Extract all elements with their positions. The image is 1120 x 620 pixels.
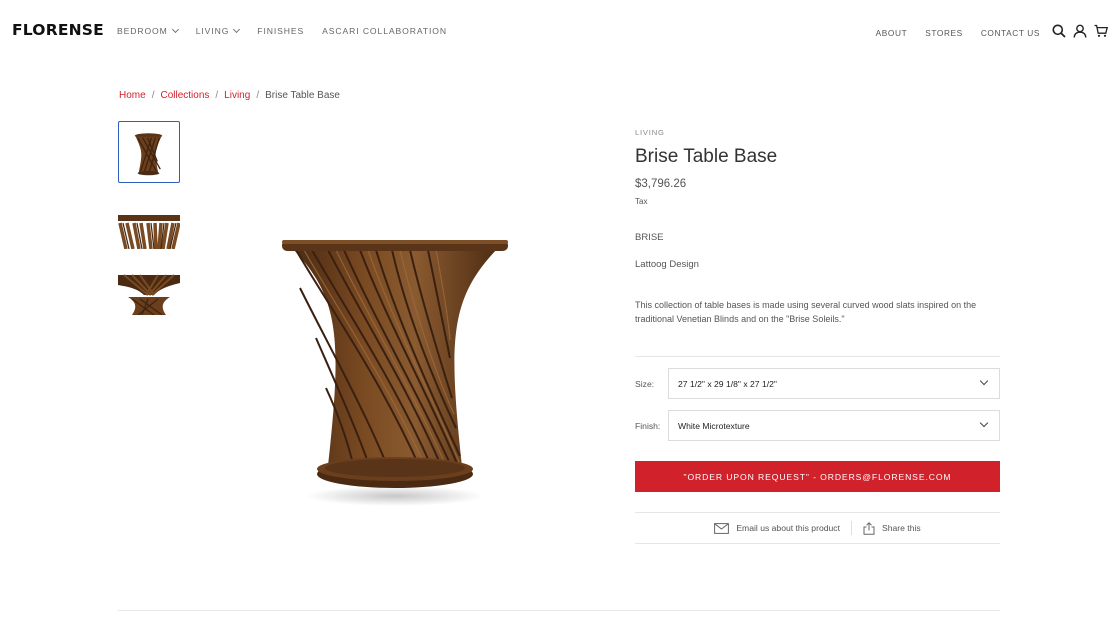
product-category[interactable]: LIVING: [635, 128, 665, 137]
share-row: Email us about this product Share this: [635, 513, 1000, 543]
divider: [635, 543, 1000, 544]
product-designer: Lattoog Design: [635, 259, 699, 270]
order-upon-request-button[interactable]: "ORDER UPON REQUEST" - ORDERS@FLORENSE.C…: [635, 461, 1000, 492]
nav-item-contact-us[interactable]: CONTACT US: [981, 28, 1040, 38]
nav-item-label: ASCARI COLLABORATION: [322, 26, 447, 36]
chevron-down-icon: [171, 25, 179, 34]
chevron-down-icon: [979, 376, 989, 386]
thumbnail-gallery: [118, 121, 180, 315]
nav-item-finishes[interactable]: FINISHES: [257, 26, 304, 36]
footer-divider: [118, 610, 1000, 611]
product-main-image[interactable]: [270, 228, 520, 518]
product-title: Brise Table Base: [635, 146, 778, 167]
nav-item-label: LIVING: [195, 26, 230, 36]
finish-select-value: White Microtexture: [678, 421, 750, 431]
breadcrumb: Home / Collections / Living / Brise Tabl…: [119, 90, 340, 101]
nav-item-label: FINISHES: [257, 26, 305, 36]
share-icon: [863, 521, 875, 535]
breadcrumb-home[interactable]: Home: [119, 90, 146, 101]
main-nav: BEDROOM LIVING FINISHES ASCARI COLLABORA…: [117, 25, 465, 36]
share-separator: [850, 521, 852, 535]
breadcrumb-separator: /: [151, 90, 155, 101]
tax-note: Tax: [635, 197, 648, 206]
finish-select[interactable]: White Microtexture: [668, 410, 1000, 441]
thumbnail-1[interactable]: [118, 121, 180, 183]
nav-item-about[interactable]: ABOUT: [876, 28, 908, 38]
nav-item-label: BEDROOM: [117, 26, 168, 36]
product-brand: BRISE: [635, 232, 664, 243]
search-icon[interactable]: [1052, 24, 1066, 38]
nav-item-bedroom[interactable]: BEDROOM: [117, 25, 179, 36]
email-product-link[interactable]: Email us about this product: [714, 522, 840, 534]
breadcrumb-current: Brise Table Base: [265, 90, 340, 101]
chevron-down-icon: [979, 418, 989, 428]
size-select-value: 27 1/2" x 29 1/8" x 27 1/2": [678, 379, 777, 389]
header-icons: [1052, 24, 1109, 38]
finish-label: Finish:: [635, 421, 661, 431]
nav-item-living[interactable]: LIVING: [195, 25, 241, 36]
breadcrumb-collections[interactable]: Collections: [160, 90, 209, 101]
divider: [635, 356, 1000, 357]
nav-item-stores[interactable]: STORES: [925, 28, 963, 38]
nav-item-ascari-collaboration[interactable]: ASCARI COLLABORATION: [322, 26, 447, 36]
size-label: Size:: [635, 379, 655, 389]
share-link[interactable]: Share this: [863, 521, 921, 535]
product-price: $3,796.26: [635, 178, 687, 190]
account-icon[interactable]: [1073, 24, 1087, 38]
breadcrumb-separator: /: [256, 90, 260, 101]
cart-icon[interactable]: [1094, 24, 1109, 38]
breadcrumb-living[interactable]: Living: [224, 90, 250, 101]
envelope-icon: [714, 522, 730, 534]
breadcrumb-separator: /: [215, 90, 219, 101]
site-logo[interactable]: FLORENSE: [12, 21, 104, 39]
product-description: This collection of table bases is made u…: [635, 300, 977, 324]
chevron-down-icon: [233, 25, 241, 34]
thumbnail-3[interactable]: [118, 273, 180, 315]
utility-nav: ABOUT STORES CONTACT US: [858, 28, 1040, 38]
site-header: FLORENSE BEDROOM LIVING FINISHES ASCARI …: [0, 0, 1120, 62]
size-select[interactable]: 27 1/2" x 29 1/8" x 27 1/2": [668, 368, 1000, 399]
email-product-label: Email us about this product: [736, 523, 840, 533]
thumbnail-2[interactable]: [118, 213, 180, 249]
share-label: Share this: [881, 523, 921, 533]
